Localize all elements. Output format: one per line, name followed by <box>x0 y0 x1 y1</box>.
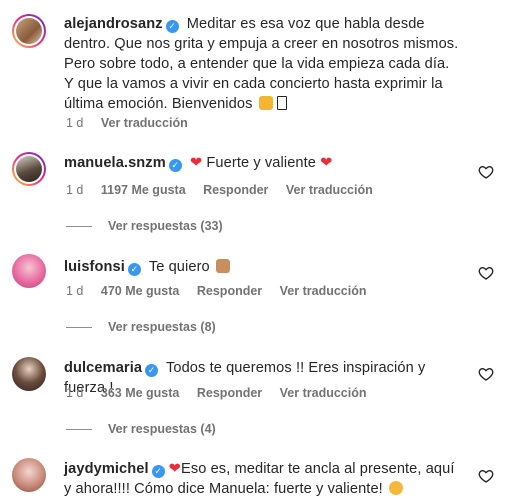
comment-time: 1 d <box>66 183 84 197</box>
reply-button[interactable]: Responder <box>203 183 268 197</box>
view-replies-button[interactable]: Ver respuestas (33) <box>66 219 223 233</box>
verified-badge-icon: ✓ <box>165 20 179 33</box>
comment-text: manuela.snzm ✓ ❤ Fuerte y valiente ❤ <box>64 153 459 173</box>
commenter-username[interactable]: jaydymichel <box>64 461 149 477</box>
comment-body: Te quiero <box>148 259 210 275</box>
caption-meta: 1 d Ver traducción <box>66 116 202 130</box>
commenter-username[interactable]: manuela.snzm <box>64 155 166 171</box>
view-replies-button[interactable]: Ver respuestas (8) <box>66 320 216 334</box>
comment-time: 1 d <box>66 284 84 298</box>
replies-divider <box>66 429 92 431</box>
post-author-avatar[interactable] <box>12 14 46 48</box>
commenter-avatar[interactable] <box>12 254 46 288</box>
comment-likes[interactable]: 470 Me gusta <box>101 284 180 298</box>
caption-time: 1 d <box>66 116 84 130</box>
comment-text: luisfonsi ✓ Te quiero <box>64 257 459 277</box>
verified-badge-icon: ✓ <box>168 159 182 172</box>
wink-emoji-icon <box>389 481 403 495</box>
view-replies-label: Ver respuestas (33) <box>108 219 223 233</box>
comment-text: jaydymichel ✓ ❤Eso es, meditar te ancla al… <box>64 459 459 499</box>
commenter-avatar[interactable] <box>12 458 46 492</box>
fist-emoji-icon <box>215 259 230 273</box>
reply-button[interactable]: Responder <box>197 284 262 298</box>
verified-badge-icon: ✓ <box>145 364 159 377</box>
red-heart-icon: ❤ <box>320 155 333 171</box>
like-heart-icon[interactable] <box>478 164 494 180</box>
reply-button[interactable]: Responder <box>197 386 262 400</box>
view-replies-label: Ver respuestas (4) <box>108 422 216 436</box>
comment-time: 1 d <box>66 386 84 400</box>
commenter-avatar[interactable] <box>12 152 46 186</box>
post-author-username[interactable]: alejandrosanz <box>64 16 163 32</box>
like-heart-icon[interactable] <box>478 366 494 382</box>
raised-hands-emoji-icon <box>258 96 273 110</box>
translate-link[interactable]: Ver traducción <box>286 183 373 197</box>
red-heart-icon: ❤ <box>168 461 181 477</box>
like-heart-icon[interactable] <box>478 468 494 484</box>
commenter-username[interactable]: dulcemaria <box>64 360 142 376</box>
comment-body: Fuerte y valiente <box>206 155 317 171</box>
replies-divider <box>66 226 92 228</box>
view-replies-button[interactable]: Ver respuestas (4) <box>66 422 216 436</box>
comment-meta: 1 d 363 Me gusta Responder Ver traducció… <box>66 386 381 400</box>
comment-likes[interactable]: 363 Me gusta <box>101 386 180 400</box>
comment-meta: 1 d 470 Me gusta Responder Ver traducció… <box>66 284 381 298</box>
red-heart-icon: ❤ <box>189 155 203 171</box>
commenter-username[interactable]: luisfonsi <box>64 259 125 275</box>
verified-badge-icon: ✓ <box>127 263 141 276</box>
unknown-glyph-icon <box>276 96 287 110</box>
verified-badge-icon: ✓ <box>151 465 165 478</box>
caption-translate-link[interactable]: Ver traducción <box>101 116 188 130</box>
caption-text: alejandrosanz ✓ Meditar es esa voz que ha… <box>64 14 459 114</box>
comment-meta: 1 d 1197 Me gusta Responder Ver traducci… <box>66 183 387 197</box>
view-replies-label: Ver respuestas (8) <box>108 320 216 334</box>
like-heart-icon[interactable] <box>478 265 494 281</box>
commenter-avatar[interactable] <box>12 357 46 391</box>
translate-link[interactable]: Ver traducción <box>280 284 367 298</box>
comment-likes[interactable]: 1197 Me gusta <box>101 183 186 197</box>
replies-divider <box>66 327 92 329</box>
translate-link[interactable]: Ver traducción <box>280 386 367 400</box>
